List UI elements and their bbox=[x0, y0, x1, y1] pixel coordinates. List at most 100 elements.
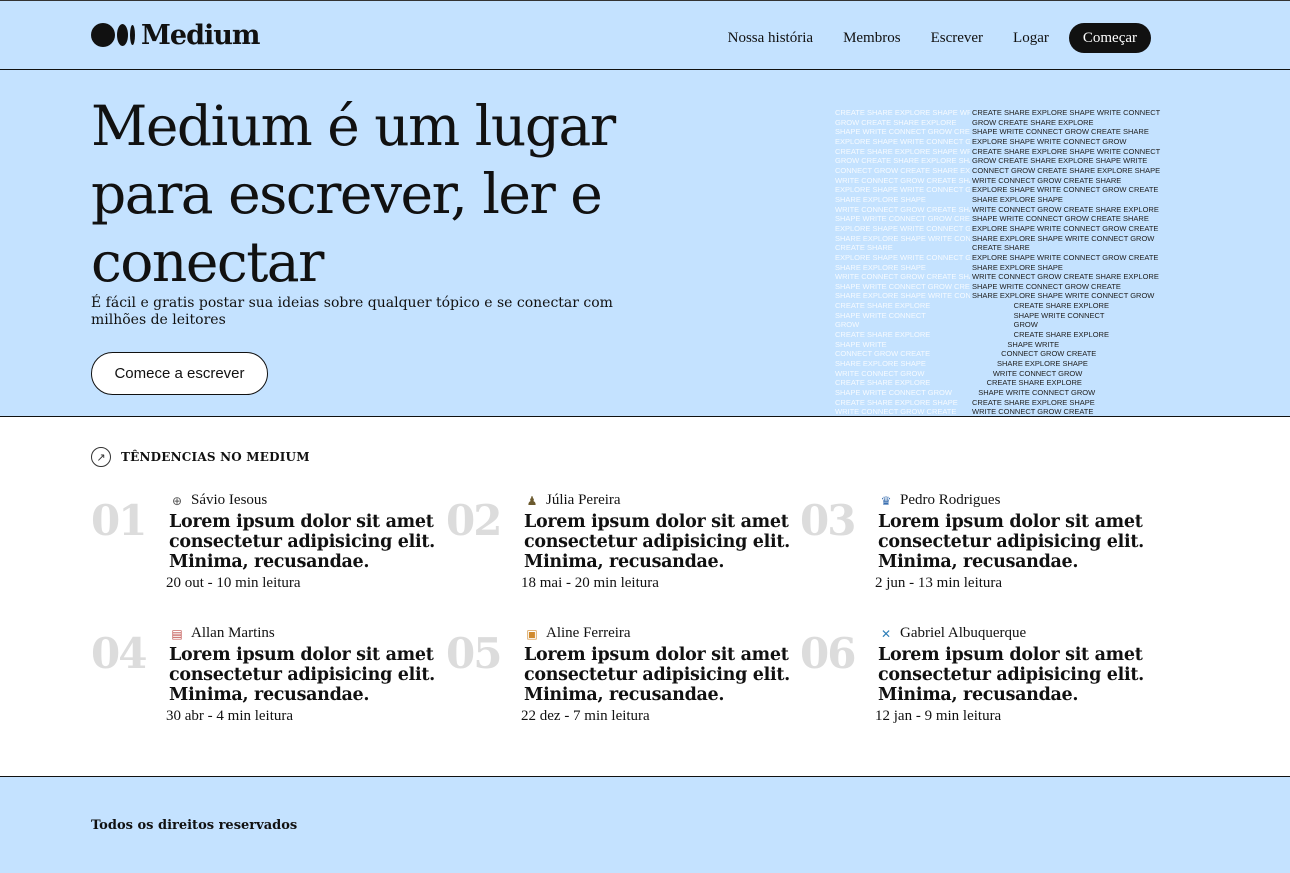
word-art-line-light: SHAPE WRITE CONNECT GROW CREATE bbox=[835, 281, 970, 291]
get-started-button[interactable]: Começar bbox=[1068, 23, 1151, 53]
hero-section: Medium é um lugar para escrever, ler e c… bbox=[0, 70, 1290, 417]
trending-rank: 01 bbox=[91, 496, 147, 545]
word-art-line-dark: CREATE SHARE EXPLORE bbox=[972, 330, 1109, 340]
author-name: Júlia Pereira bbox=[546, 492, 621, 508]
word-art-line-light: SHAPE WRITE CONNECT GROW CREATE SHARE bbox=[835, 214, 970, 224]
word-art-line-light: CREATE SHARE EXPLORE bbox=[835, 301, 931, 311]
author[interactable]: ✕ Gabriel Albuquerque bbox=[878, 625, 1026, 642]
word-art-line-dark: CREATE SHARE bbox=[972, 243, 1030, 253]
medium-logo[interactable]: Medium bbox=[91, 19, 260, 51]
trending-item[interactable]: 06 ✕ Gabriel Albuquerque Lorem ipsum dol… bbox=[800, 623, 1144, 733]
author-name: Allan Martins bbox=[191, 625, 275, 641]
author-avatar-icon: ♟ bbox=[526, 493, 538, 508]
word-art-line-dark: CONNECT GROW CREATE SHARE EXPLORE SHAPE bbox=[972, 165, 1161, 175]
word-art-line-dark: EXPLORE SHAPE WRITE CONNECT GROW CREATE bbox=[972, 223, 1159, 233]
author-avatar-icon: ♛ bbox=[880, 493, 892, 508]
brand-name: Medium bbox=[141, 19, 260, 51]
word-art-line-dark: CREATE SHARE EXPLORE bbox=[972, 301, 1109, 311]
word-art-line-light: SHAPE WRITE CONNECT bbox=[835, 310, 926, 320]
post-title[interactable]: Lorem ipsum dolor sit amet consectetur a… bbox=[169, 645, 444, 705]
trending-item[interactable]: 01 ⊕ Sávio Iesous Lorem ipsum dolor sit … bbox=[91, 490, 435, 600]
word-art-line-light: CREATE SHARE EXPLORE SHAPE WRITE CONNECT bbox=[835, 108, 970, 117]
word-art-line-light: CREATE SHARE EXPLORE SHAPE WRITE CONNECT bbox=[835, 146, 970, 156]
author[interactable]: ♟ Júlia Pereira bbox=[524, 492, 621, 509]
word-art-line-dark: SHARE EXPLORE SHAPE WRITE CONNECT GROW bbox=[972, 233, 1155, 243]
word-art-line-light: EXPLORE SHAPE WRITE CONNECT GROW CREATE bbox=[835, 252, 970, 262]
post-meta: 18 mai - 20 min leitura bbox=[521, 575, 659, 591]
word-art-line-dark: WRITE CONNECT GROW CREATE SHARE EXPLORE bbox=[972, 204, 1159, 214]
trending-item[interactable]: 04 ▤ Allan Martins Lorem ipsum dolor sit… bbox=[91, 623, 435, 733]
word-art-line-light: SHAPE WRITE CONNECT GROW bbox=[835, 388, 952, 398]
word-art-line-light: WRITE CONNECT GROW bbox=[835, 368, 925, 378]
nav-link-escrever[interactable]: Escrever bbox=[931, 30, 983, 47]
nav-link-logar[interactable]: Logar bbox=[1013, 30, 1049, 47]
trending-item[interactable]: 03 ♛ Pedro Rodrigues Lorem ipsum dolor s… bbox=[800, 490, 1144, 600]
word-art-line-dark: GROW CREATE SHARE EXPLORE bbox=[972, 117, 1094, 127]
author[interactable]: ▤ Allan Martins bbox=[169, 625, 275, 642]
word-art-line-dark: SHAPE WRITE bbox=[972, 339, 1060, 349]
word-art-line-light: EXPLORE SHAPE WRITE CONNECT GROW CREATE bbox=[835, 223, 970, 233]
nav-link-nossa-historia[interactable]: Nossa história bbox=[728, 30, 813, 47]
trending-rank: 02 bbox=[446, 496, 502, 545]
post-title[interactable]: Lorem ipsum dolor sit amet consectetur a… bbox=[524, 645, 799, 705]
author-avatar-icon: ✕ bbox=[880, 626, 892, 641]
start-writing-button[interactable]: Comece a escrever bbox=[91, 352, 268, 395]
author-avatar-icon: ▣ bbox=[526, 626, 538, 641]
author-name: Aline Ferreira bbox=[546, 625, 631, 641]
hero-subtitle: É fácil e gratis postar sua ideias sobre… bbox=[91, 295, 613, 328]
word-art-line-dark: SHAPE WRITE CONNECT bbox=[972, 310, 1105, 320]
word-art-line-dark: EXPLORE SHAPE WRITE CONNECT GROW CREATE bbox=[972, 252, 1159, 262]
author[interactable]: ♛ Pedro Rodrigues bbox=[878, 492, 1001, 509]
word-art-line-light: WRITE CONNECT GROW CREATE SHARE EXPLORE bbox=[835, 204, 970, 214]
word-art-line-dark: WRITE CONNECT GROW CREATE bbox=[972, 407, 1094, 417]
word-art-line-dark: GROW CREATE SHARE EXPLORE SHAPE WRITE bbox=[972, 156, 1148, 166]
word-art-line-dark: CREATE SHARE EXPLORE SHAPE WRITE CONNECT bbox=[972, 108, 1161, 117]
author[interactable]: ▣ Aline Ferreira bbox=[524, 625, 631, 642]
word-art-line-light: EXPLORE SHAPE WRITE CONNECT GROW bbox=[835, 136, 970, 146]
post-meta: 2 jun - 13 min leitura bbox=[875, 575, 1003, 591]
trending-item[interactable]: 02 ♟ Júlia Pereira Lorem ipsum dolor sit… bbox=[446, 490, 790, 600]
word-art-line-light: CONNECT GROW CREATE SHARE EXPLORE SHAPE bbox=[835, 165, 970, 175]
post-title[interactable]: Lorem ipsum dolor sit amet consectetur a… bbox=[878, 645, 1153, 705]
word-art-line-dark: SHAPE WRITE CONNECT GROW CREATE SHARE bbox=[972, 127, 1149, 137]
author-name: Gabriel Albuquerque bbox=[900, 625, 1027, 641]
trending-item[interactable]: 05 ▣ Aline Ferreira Lorem ipsum dolor si… bbox=[446, 623, 790, 733]
author[interactable]: ⊕ Sávio Iesous bbox=[169, 492, 267, 509]
nav-link-membros[interactable]: Membros bbox=[843, 30, 901, 47]
word-art-light-column: CREATE SHARE EXPLORE SHAPE WRITE CONNECT… bbox=[835, 108, 970, 417]
word-art-line-dark: WRITE CONNECT GROW CREATE SHARE EXPLORE bbox=[972, 272, 1159, 282]
trending-rank: 03 bbox=[800, 496, 856, 545]
word-art-line-dark: EXPLORE SHAPE WRITE CONNECT GROW CREATE bbox=[972, 185, 1159, 195]
word-art-line-light: SHARE EXPLORE SHAPE WRITE CONNECT GROW bbox=[835, 291, 970, 301]
trending-rank: 04 bbox=[91, 629, 147, 678]
post-meta: 22 dez - 7 min leitura bbox=[521, 708, 650, 724]
hero-word-art: CREATE SHARE EXPLORE SHAPE WRITE CONNECT… bbox=[835, 108, 1165, 417]
copyright-text: Todos os direitos reservados bbox=[91, 818, 298, 833]
word-art-line-light: WRITE CONNECT GROW CREATE SHARE EXPLORE bbox=[835, 272, 970, 282]
word-art-line-light: SHARE EXPLORE SHAPE bbox=[835, 194, 926, 204]
word-art-line-dark: SHAPE WRITE CONNECT GROW CREATE bbox=[972, 281, 1121, 291]
word-art-line-light: GROW bbox=[835, 320, 860, 330]
author-name: Pedro Rodrigues bbox=[900, 492, 1001, 508]
word-art-line-dark: CONNECT GROW CREATE bbox=[972, 349, 1097, 359]
word-art-line-dark: SHAPE WRITE CONNECT GROW bbox=[972, 388, 1096, 398]
trending-rank: 06 bbox=[800, 629, 856, 678]
word-art-line-dark: SHARE EXPLORE SHAPE bbox=[972, 359, 1088, 369]
word-art-line-light: SHARE EXPLORE SHAPE WRITE CONNECT GROW bbox=[835, 233, 970, 243]
post-title[interactable]: Lorem ipsum dolor sit amet consectetur a… bbox=[878, 512, 1153, 572]
word-art-line-light: CREATE SHARE bbox=[835, 243, 893, 253]
word-art-line-dark: CREATE SHARE EXPLORE bbox=[972, 378, 1082, 388]
post-title[interactable]: Lorem ipsum dolor sit amet consectetur a… bbox=[524, 512, 799, 572]
word-art-line-light: EXPLORE SHAPE WRITE CONNECT GROW CREATE bbox=[835, 185, 970, 195]
trending-header: ↗ TÊNDENCIAS NO MEDIUM bbox=[91, 447, 310, 467]
word-art-dark-column: CREATE SHARE EXPLORE SHAPE WRITE CONNECT… bbox=[972, 108, 1161, 417]
word-art-line-light: SHAPE WRITE CONNECT GROW CREATE SHARE bbox=[835, 127, 970, 137]
post-meta: 20 out - 10 min leitura bbox=[166, 575, 301, 591]
trending-icon: ↗ bbox=[91, 447, 111, 467]
post-title[interactable]: Lorem ipsum dolor sit amet consectetur a… bbox=[169, 512, 444, 572]
author-avatar-icon: ▤ bbox=[171, 626, 183, 641]
word-art-line-light: WRITE CONNECT GROW CREATE bbox=[835, 407, 957, 417]
trending-label: TÊNDENCIAS NO MEDIUM bbox=[121, 450, 310, 464]
word-art-line-light: GROW CREATE SHARE EXPLORE SHAPE WRITE bbox=[835, 156, 970, 166]
word-art-line-dark: WRITE CONNECT GROW bbox=[972, 368, 1083, 378]
